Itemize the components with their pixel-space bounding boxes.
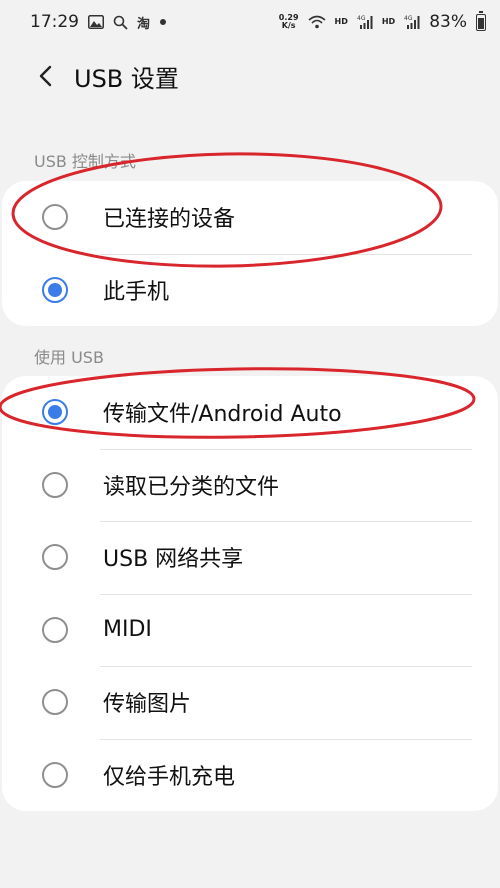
option-label: MIDI [103,617,152,643]
use-usb-card: 传输文件/Android Auto 读取已分类的文件 USB 网络共享 MIDI… [2,376,498,811]
radio-connected-device[interactable] [42,204,68,231]
option-midi[interactable]: MIDI [2,593,498,667]
radio-dot [48,405,62,420]
option-label: 读取已分类的文件 [103,474,280,500]
status-time: 17:29 [30,12,79,32]
radio-charge-only[interactable] [42,761,68,788]
hd-badge-2: HD [381,17,396,26]
svg-text:4G: 4G [357,15,366,22]
battery-percent: 83% [429,12,467,32]
search-icon [113,15,128,30]
net-speed-unit: K/s [281,21,296,30]
option-transfer-files[interactable]: 传输文件/Android Auto [2,376,498,449]
option-connected-device[interactable]: 已连接的设备 [2,181,498,254]
signal-icon-1: 4G [357,14,373,30]
gallery-icon [88,15,104,29]
option-label: 仅给手机充电 [103,764,236,790]
option-label: 传输图片 [103,692,192,718]
radio-midi[interactable] [42,616,68,643]
usb-control-card: 已连接的设备 此手机 [2,181,498,326]
status-bar: 17:29 淘 0.29 K/s HD 4G HD 4G 83% [0,0,500,44]
option-usb-tethering[interactable]: USB 网络共享 [2,521,498,594]
signal-icon-2: 4G [404,14,420,30]
radio-usb-tethering[interactable] [42,544,68,571]
taobao-icon: 淘 [137,16,151,32]
status-bar-right: 0.29 K/s HD 4G HD 4G 83% [279,10,486,32]
chevron-left-icon [39,65,52,87]
app-header: USB 设置 [0,50,500,102]
option-label: 传输文件/Android Auto [103,402,342,428]
section-label-usb-control: USB 控制方式 [34,152,136,171]
option-this-phone[interactable]: 此手机 [2,253,498,327]
battery-icon [476,10,486,31]
net-speed: 0.29 K/s [279,14,299,30]
status-bar-left: 17:29 淘 [30,12,167,32]
hd-badge-1: HD [334,17,348,26]
option-label: 此手机 [103,279,170,305]
wifi-icon [307,15,326,29]
radio-this-phone[interactable] [42,276,68,303]
section-label-use-usb: 使用 USB [34,348,104,367]
notification-dot-icon [159,18,167,26]
page-title: USB 设置 [74,64,179,93]
option-label: USB 网络共享 [103,547,244,573]
radio-transfer-files[interactable] [42,399,68,426]
svg-text:4G: 4G [404,15,413,22]
option-transfer-images[interactable]: 传输图片 [2,666,498,739]
option-read-sorted-files[interactable]: 读取已分类的文件 [2,448,498,522]
radio-dot [48,282,62,297]
radio-read-sorted-files[interactable] [42,471,68,498]
battery-fill [478,17,484,29]
radio-transfer-images[interactable] [42,689,68,716]
option-label: 已连接的设备 [103,207,236,233]
back-button[interactable] [26,56,66,96]
option-charge-only[interactable]: 仅给手机充电 [2,738,498,812]
